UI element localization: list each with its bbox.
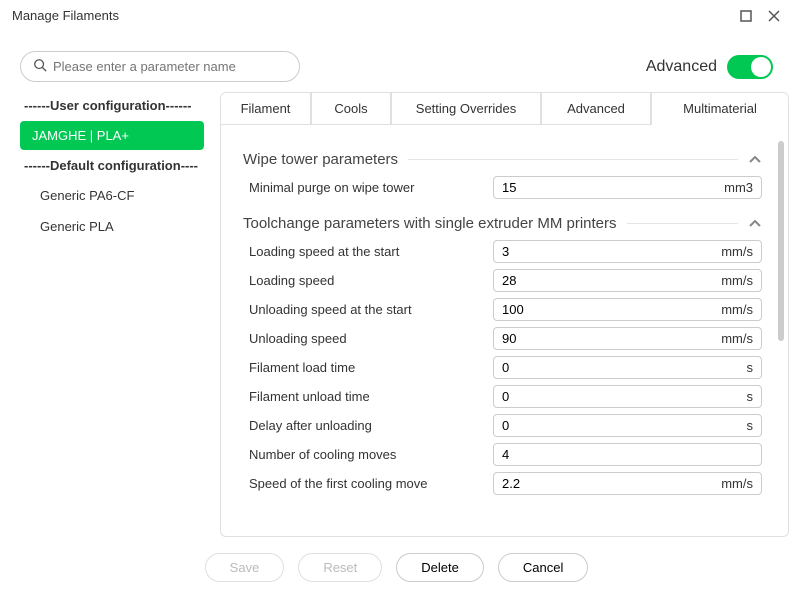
tab-cools[interactable]: Cools [311, 93, 391, 125]
label-filament-load-time: Filament load time [243, 360, 493, 375]
field-unload-speed-start[interactable]: mm/s [493, 298, 762, 321]
advanced-toggle[interactable] [727, 55, 773, 79]
sidebar-item-jamghe-pla[interactable]: JAMGHE | PLA+ [20, 121, 204, 150]
field-cooling-moves[interactable] [493, 443, 762, 466]
input-load-speed[interactable] [502, 273, 721, 288]
label-unload-speed: Unloading speed [243, 331, 493, 346]
section-tool-title: Toolchange parameters with single extrud… [243, 215, 617, 232]
label-cooling-moves: Number of cooling moves [243, 447, 493, 462]
sidebar-default-header: ------Default configuration---- [20, 152, 204, 179]
row-min-purge: Minimal purge on wipe tower mm3 [243, 176, 762, 199]
input-filament-load-time[interactable] [502, 360, 747, 375]
input-first-cooling-speed[interactable] [502, 476, 721, 491]
chevron-up-icon[interactable] [748, 153, 762, 167]
sidebar: ------User configuration------ JAMGHE | … [20, 92, 220, 537]
maximize-button[interactable] [739, 9, 753, 23]
sidebar-item-generic-pla[interactable]: Generic PLA [20, 212, 204, 241]
tabs: Filament Cools Setting Overrides Advance… [221, 93, 788, 125]
search-input[interactable] [53, 59, 287, 74]
tab-filament[interactable]: Filament [221, 93, 311, 125]
chevron-up-icon[interactable] [748, 217, 762, 231]
sidebar-user-header: ------User configuration------ [20, 92, 204, 119]
save-button[interactable]: Save [205, 553, 285, 582]
label-unload-speed-start: Unloading speed at the start [243, 302, 493, 317]
field-min-purge[interactable]: mm3 [493, 176, 762, 199]
reset-button[interactable]: Reset [298, 553, 382, 582]
tab-setting-overrides[interactable]: Setting Overrides [391, 93, 541, 125]
cancel-button[interactable]: Cancel [498, 553, 588, 582]
input-min-purge[interactable] [502, 180, 724, 195]
input-delay-after-unload[interactable] [502, 418, 747, 433]
field-first-cooling-speed[interactable]: mm/s [493, 472, 762, 495]
field-load-speed[interactable]: mm/s [493, 269, 762, 292]
close-button[interactable] [767, 9, 781, 23]
settings-panel: Filament Cools Setting Overrides Advance… [220, 92, 789, 537]
delete-button[interactable]: Delete [396, 553, 484, 582]
tab-multimaterial[interactable]: Multimaterial [651, 93, 788, 125]
input-load-speed-start[interactable] [502, 244, 721, 259]
section-wipe-title: Wipe tower parameters [243, 151, 398, 168]
field-delay-after-unload[interactable]: s [493, 414, 762, 437]
label-load-speed: Loading speed [243, 273, 493, 288]
tab-advanced[interactable]: Advanced [541, 93, 651, 125]
label-delay-after-unload: Delay after unloading [243, 418, 493, 433]
input-unload-speed[interactable] [502, 331, 721, 346]
field-load-speed-start[interactable]: mm/s [493, 240, 762, 263]
label-filament-unload-time: Filament unload time [243, 389, 493, 404]
advanced-label: Advanced [646, 58, 717, 76]
sidebar-item-generic-pa6cf[interactable]: Generic PA6-CF [20, 181, 204, 210]
input-filament-unload-time[interactable] [502, 389, 747, 404]
unit-min-purge: mm3 [724, 180, 753, 195]
label-load-speed-start: Loading speed at the start [243, 244, 493, 259]
field-filament-load-time[interactable]: s [493, 356, 762, 379]
label-min-purge: Minimal purge on wipe tower [243, 180, 493, 195]
search-input-wrap[interactable] [20, 51, 300, 82]
scrollbar[interactable] [778, 141, 784, 341]
input-unload-speed-start[interactable] [502, 302, 721, 317]
input-cooling-moves[interactable] [502, 447, 753, 462]
label-first-cooling-speed: Speed of the first cooling move [243, 476, 493, 491]
field-unload-speed[interactable]: mm/s [493, 327, 762, 350]
window-title: Manage Filaments [12, 8, 119, 23]
field-filament-unload-time[interactable]: s [493, 385, 762, 408]
search-icon [33, 58, 47, 75]
